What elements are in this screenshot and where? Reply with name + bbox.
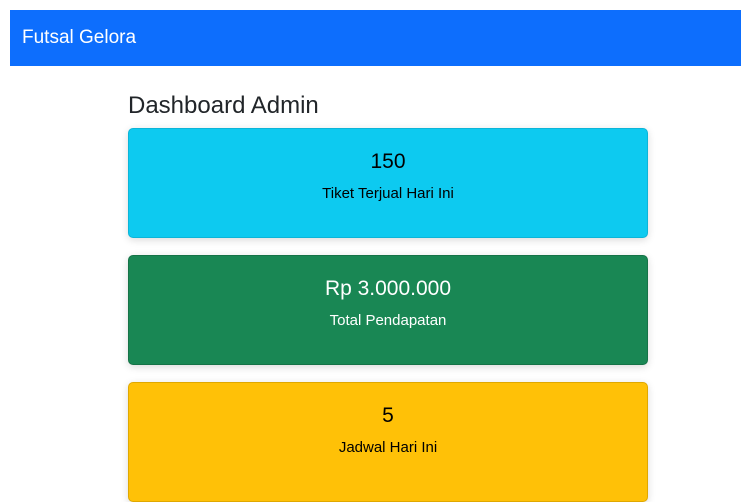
total-revenue-label: Total Pendapatan — [329, 312, 447, 329]
tickets-sold-value: 150 — [370, 150, 406, 173]
schedule-today-value: 5 — [382, 404, 394, 427]
page-title: Dashboard Admin — [128, 92, 319, 119]
schedule-today-card: 5 Jadwal Hari Ini — [128, 382, 648, 502]
top-navbar: Futsal Gelora — [10, 10, 741, 66]
tickets-sold-label: Tiket Terjual Hari Ini — [322, 185, 454, 202]
total-revenue-value: Rp 3.000.000 — [324, 277, 452, 300]
total-revenue-card: Rp 3.000.000 Total Pendapatan — [128, 255, 648, 365]
schedule-today-label: Jadwal Hari Ini — [338, 439, 438, 456]
navbar-brand-link[interactable]: Futsal Gelora — [22, 27, 136, 49]
tickets-sold-card: 150 Tiket Terjual Hari Ini — [128, 128, 648, 238]
